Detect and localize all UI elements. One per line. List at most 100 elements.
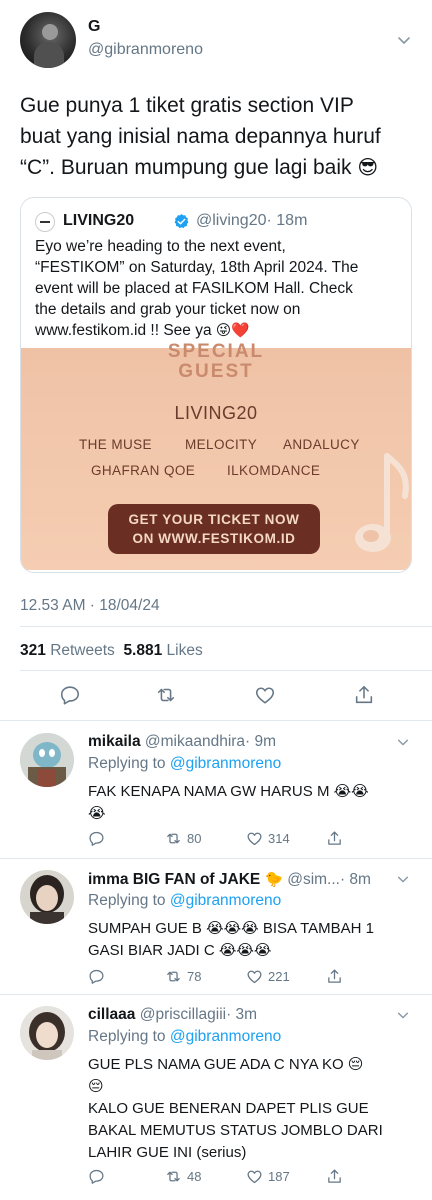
reply-tweet[interactable]: imma BIG FAN of JAKE 🐤 @sim...· 8m Reply… (0, 870, 432, 990)
divider (0, 720, 432, 721)
replying-prefix: Replying to (88, 892, 166, 909)
retweet-button[interactable]: 80 (165, 828, 201, 848)
quoted-tweet-header: LIVING20 @living20· 18m (35, 210, 401, 232)
like-icon (247, 832, 262, 845)
retweets-label[interactable]: Retweets (50, 642, 115, 659)
chevron-down-icon[interactable] (396, 872, 410, 886)
divider (20, 670, 432, 671)
chevron-down-icon[interactable] (396, 32, 412, 48)
reply-actions: 78 221 (88, 966, 388, 986)
share-icon[interactable] (326, 966, 348, 986)
reply-author-handle[interactable]: @priscillagiii (140, 1006, 226, 1023)
poster-title: GUEST (178, 361, 254, 382)
share-icon[interactable] (326, 1166, 348, 1186)
author-name[interactable]: G (88, 18, 100, 36)
main-tweet-header: G @gibranmoreno (20, 12, 418, 72)
reply-text-line: LAHIR GUE INI (serius) (88, 1144, 247, 1161)
chick-emoji: 🐤 (264, 871, 283, 888)
event-poster-image[interactable]: SPECIAL GUEST LIVING20 THE MUSE MELOCITY… (21, 342, 411, 570)
retweet-count: 80 (187, 830, 202, 846)
reply-header: mikaila @mikaandhira· 9m (88, 733, 380, 751)
replying-prefix: Replying to (88, 1028, 166, 1045)
reply-text: FAK KENAPA NAMA GW HARUS M 😭😭 😭 (88, 781, 418, 825)
poster-performer: GHAFRAN QOE (91, 463, 196, 478)
like-count: 221 (268, 968, 290, 984)
tweet-text-line: “C”. Buruan mumpung gue lagi baik 😎 (20, 155, 379, 179)
poster-cta: GET YOUR TICKET NOW ON WWW.FESTIKOM.ID (108, 504, 320, 554)
reply-time: · 8m (339, 871, 371, 888)
avatar[interactable] (20, 12, 76, 68)
poster-headliner: LIVING20 (174, 403, 258, 423)
likes-count[interactable]: 5.881 (123, 642, 162, 659)
poster-performer: THE MUSE (79, 437, 152, 452)
reply-author-handle[interactable]: @sim... (287, 871, 340, 888)
reply-text-line: KALO GUE BENERAN DAPET PLIS GUE (88, 1100, 369, 1117)
likes-label[interactable]: Likes (167, 642, 203, 659)
like-button[interactable]: 314 (246, 828, 290, 848)
retweet-button[interactable]: 48 (165, 1166, 201, 1186)
replying-to-link[interactable]: @gibranmoreno (170, 892, 281, 909)
like-icon[interactable] (254, 684, 276, 706)
reply-text-line: SUMPAH GUE B 😭😭😭 BISA TAMBAH 1 (88, 920, 374, 937)
reply-text-line: BAKAL MEMUTUS STATUS JOMBLO DARI (88, 1122, 383, 1139)
share-icon[interactable] (326, 828, 348, 848)
quoted-text-line: event will be placed at FASILKOM Hall. C… (35, 280, 353, 297)
chevron-down-icon[interactable] (396, 1008, 410, 1022)
divider (0, 858, 432, 859)
chevron-down-icon[interactable] (396, 735, 410, 749)
tweet-timestamp[interactable]: 12.53 AM · 18/04/24 (20, 597, 160, 615)
like-icon (247, 970, 262, 983)
reply-icon[interactable] (88, 1166, 110, 1186)
reply-actions: 48 187 (88, 1166, 388, 1186)
tweet-text-line: Gue punya 1 tiket gratis section VIP (20, 94, 354, 117)
share-icon[interactable] (353, 684, 375, 706)
reply-tweet[interactable]: cillaaa @priscillagiii· 3m Replying to @… (0, 1006, 432, 1196)
poster-cta-line: GET YOUR TICKET NOW (128, 512, 300, 527)
reply-header: imma BIG FAN of JAKE 🐤 @sim...· 8m (88, 870, 380, 889)
like-icon (247, 1170, 262, 1183)
reply-text-line: 😔 (88, 1078, 104, 1095)
replying-to-link[interactable]: @gibranmoreno (170, 755, 281, 772)
reply-time: · 3m (226, 1006, 258, 1023)
wink-heart-emoji: 😜❤️ (215, 322, 250, 339)
reply-author-handle[interactable]: @mikaandhira (145, 733, 245, 750)
reply-icon[interactable] (88, 828, 110, 848)
avatar[interactable] (20, 870, 74, 924)
quoted-text-line: Eyo we’re heading to the next event, (35, 238, 286, 255)
reply-icon[interactable] (59, 684, 81, 706)
retweet-button[interactable]: 78 (165, 966, 201, 986)
replying-to: Replying to @gibranmoreno (88, 755, 281, 773)
retweet-count: 48 (187, 1168, 202, 1184)
like-count: 314 (268, 830, 290, 846)
retweet-icon[interactable] (155, 684, 177, 706)
reply-author-name[interactable]: mikaila (88, 733, 141, 750)
avatar[interactable] (20, 1006, 74, 1060)
reply-time: · 9m (245, 733, 277, 750)
reply-text: GUE PLS NAMA GUE ADA C NYA KO 😔 😔 KALO G… (88, 1054, 418, 1164)
replying-to-link[interactable]: @gibranmoreno (170, 1028, 281, 1045)
poster-cta-line: ON WWW.FESTIKOM.ID (132, 531, 296, 546)
retweet-count: 78 (187, 968, 202, 984)
quoted-avatar (35, 212, 55, 232)
poster-performer: ILKOMDANCE (227, 463, 321, 478)
retweet-icon (167, 1171, 180, 1181)
reply-author-name[interactable]: imma BIG FAN of JAKE (88, 871, 260, 888)
reply-author-name[interactable]: cillaaa (88, 1006, 135, 1023)
quoted-text-line: “FESTIKOM” on Saturday, 18th April 2024.… (35, 259, 359, 276)
quoted-tweet-card[interactable]: LIVING20 @living20· 18m Eyo we’re headin… (20, 197, 412, 573)
like-button[interactable]: 187 (246, 1166, 290, 1186)
like-count: 187 (268, 1168, 290, 1184)
tweet-actions (0, 684, 432, 710)
reply-icon[interactable] (88, 966, 110, 986)
retweets-count[interactable]: 321 (20, 642, 46, 659)
like-button[interactable]: 221 (246, 966, 290, 986)
avatar[interactable] (20, 733, 74, 787)
author-handle[interactable]: @gibranmoreno (88, 41, 203, 59)
reply-tweet[interactable]: mikaila @mikaandhira· 9m Replying to @gi… (0, 733, 432, 853)
reply-text-line: GUE PLS NAMA GUE ADA C NYA KO 😔 (88, 1056, 364, 1073)
verified-badge-icon (173, 213, 190, 230)
divider (0, 994, 432, 995)
reply-text: SUMPAH GUE B 😭😭😭 BISA TAMBAH 1 GASI BIAR… (88, 918, 418, 962)
poster-title: SPECIAL (167, 341, 265, 362)
replying-to: Replying to @gibranmoreno (88, 892, 281, 910)
